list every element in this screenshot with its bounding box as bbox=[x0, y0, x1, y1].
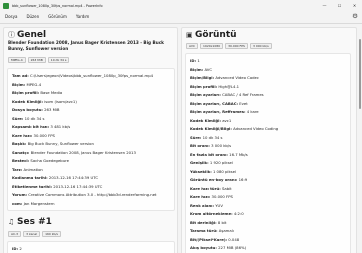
detail-row: Görüntü en-boy oranı: 16:9 bbox=[190, 177, 248, 182]
minimize-button[interactable]: — bbox=[317, 0, 332, 11]
chip-video-resolution: 1920x1080 bbox=[200, 43, 224, 49]
detail-row: Krom altörnekleme: 4:2:0 bbox=[190, 211, 244, 216]
detail-row: Renk alanı: YUV bbox=[190, 202, 223, 208]
chip-audio-format: AC-3 bbox=[8, 231, 22, 237]
title-bar: bbb_sunflower_1080p_30fps_normal.mp4 - P… bbox=[0, 0, 362, 11]
detail-row: Tarama türü: Aşamalı bbox=[190, 228, 234, 233]
audio-header: ♫ Ses #1 bbox=[8, 217, 52, 227]
menu-edit[interactable]: Düzen bbox=[22, 14, 44, 19]
detail-row: Kare hızı türü: Sabit bbox=[190, 185, 232, 191]
detail-row: Kodlanma tarihi: 2013-12-16 17:44:39 UTC bbox=[12, 175, 98, 180]
detail-row: En fazla bit oranı: 16.7 Mb/s bbox=[190, 151, 248, 157]
detail-row: Biçim: MPEG-4 bbox=[12, 81, 42, 87]
detail-row: Genişlik: 1 920 piksel bbox=[190, 160, 233, 165]
detail-row: Kare hızı: 30.000 FPS bbox=[190, 194, 233, 199]
detail-row: Yükseklik: 1 080 piksel bbox=[190, 168, 237, 174]
maximize-button[interactable]: ☐ bbox=[332, 0, 347, 11]
app-icon bbox=[3, 2, 9, 9]
detail-row: Kare hızı: 30.000 FPS bbox=[12, 132, 55, 138]
detail-row: Süre: 10 dk 34 s bbox=[12, 115, 45, 121]
menu-file[interactable]: Dosya bbox=[0, 14, 22, 19]
detail-row: Kodek Kimliği/Bilgi: Advanced Video Codi… bbox=[190, 126, 279, 131]
camera-icon: ▣ bbox=[186, 31, 193, 39]
general-header: ⓘ Genel bbox=[8, 30, 46, 40]
detail-row: Yorum: Creative Commons Attribution 3.0 … bbox=[12, 192, 157, 197]
music-note-icon: ♫ bbox=[8, 218, 15, 226]
info-icon: ⓘ bbox=[8, 31, 15, 39]
chip-video-fps: 30.000 FPS bbox=[225, 43, 248, 49]
detail-row: Kapsamlı bit hızı: 3 481 kb/s bbox=[12, 124, 71, 129]
chip-duration: 10 dk 34 s bbox=[47, 57, 70, 63]
detail-row: Başlık: Big Buck Bunny, Sunflower versio… bbox=[12, 141, 94, 146]
detail-row: ID: 1 bbox=[190, 58, 200, 63]
detail-row: Biçim ayarları: CABAC / 4 Ref Frames bbox=[190, 92, 264, 97]
video-chips: AVC 1920x1080 30.000 FPS 3 000 kb/s bbox=[186, 43, 274, 49]
detail-row: Kodek Kimliği: avc1 bbox=[190, 117, 232, 123]
detail-row: Akış boyutu: 227 MiB (86%) bbox=[190, 245, 247, 250]
detail-row: Biçim profili: High@L4.1 bbox=[190, 83, 240, 89]
audio-details-card: ID: 2 bbox=[7, 241, 175, 253]
detail-row: Sanatçı: Blender Foundation 2008, Janus … bbox=[12, 149, 136, 155]
right-panel: ▣ Görüntü AVC 1920x1080 30.000 FPS 3 000… bbox=[181, 27, 357, 253]
general-title: Genel bbox=[17, 30, 47, 40]
detail-row: Biçim profili: Base Media bbox=[12, 90, 63, 95]
chip-video-bitrate: 3 000 kb/s bbox=[249, 43, 272, 49]
detail-row: Biçim ayarları, CABAC: Evet bbox=[190, 100, 248, 106]
chip-audio-channels: 3 kanal bbox=[23, 231, 41, 237]
detail-row: Dosya boyutu: 263 MiB bbox=[12, 107, 60, 112]
menu-view[interactable]: Görünüm bbox=[44, 14, 72, 19]
detail-row: Besteci: Sacha Goedegebure bbox=[12, 158, 69, 163]
detail-row: Biçim ayarları, Refframes: 4 kare bbox=[190, 109, 259, 114]
menu-divider bbox=[0, 23, 362, 24]
window-title: bbb_sunflower_1080p_30fps_normal.mp4 - P… bbox=[12, 3, 103, 8]
menu-help[interactable]: Yardım bbox=[71, 14, 93, 19]
chip-audio-bitrate: 160 kb/s bbox=[42, 231, 61, 237]
detail-row: Biçim/Bilgi: Advanced Video Codec bbox=[190, 75, 259, 80]
window-controls: — ☐ ✕ bbox=[317, 0, 362, 11]
detail-row: Tarz: Animation bbox=[12, 166, 43, 172]
detail-row: Bit/(Piksel*Kare): 0.048 bbox=[190, 236, 240, 242]
detail-row: Tam ad: C:\Users\egeon\Videos\bbb_sunflo… bbox=[12, 73, 154, 78]
chip-format: MPEG-4 bbox=[8, 57, 26, 63]
left-panel: ⓘ Genel Blender Foundation 2008, Janus B… bbox=[3, 27, 178, 253]
general-chips: MPEG-4 263 MiB 10 dk 34 s bbox=[8, 57, 71, 63]
detail-row: Etiketlenme tarihi: 2013-12-16 17:44:39 … bbox=[12, 183, 103, 189]
general-details-card: Tam ad: C:\Users\egeon\Videos\bbb_sunflo… bbox=[7, 68, 175, 211]
scrollbar[interactable] bbox=[358, 27, 362, 253]
detail-row: com: Jan Morgenstern bbox=[12, 200, 55, 206]
menu-bar: Dosya Düzen Görünüm Yardım bbox=[0, 11, 362, 22]
detail-row: Bit oranı: 3 000 kb/s bbox=[190, 143, 232, 148]
chip-video-format: AVC bbox=[186, 43, 199, 49]
close-button[interactable]: ✕ bbox=[347, 0, 362, 11]
scrollbar-thumb[interactable] bbox=[359, 39, 361, 109]
video-details-card: ID: 1 Biçim: AVC Biçim/Bilgi: Advanced V… bbox=[185, 53, 351, 253]
detail-row: ID: 2 bbox=[12, 246, 22, 251]
detail-row: Süre: 10 dk 34 s bbox=[190, 134, 223, 140]
detail-row: Biçim: AVC bbox=[190, 66, 213, 72]
video-header: ▣ Görüntü bbox=[186, 30, 237, 40]
detail-row: Kodek Kimliği: isom (isom/avc1) bbox=[12, 98, 77, 104]
audio-chips: AC-3 3 kanal 160 kb/s bbox=[8, 231, 63, 237]
detail-row: Bit derinliği: 8 bit bbox=[190, 219, 227, 225]
gear-icon[interactable]: ⚙ bbox=[351, 12, 359, 20]
general-subtitle: Blender Foundation 2008, Janus Bager Kri… bbox=[8, 40, 164, 51]
video-title: Görüntü bbox=[195, 30, 237, 40]
chip-size: 263 MiB bbox=[27, 57, 46, 63]
audio-title: Ses #1 bbox=[17, 217, 52, 227]
